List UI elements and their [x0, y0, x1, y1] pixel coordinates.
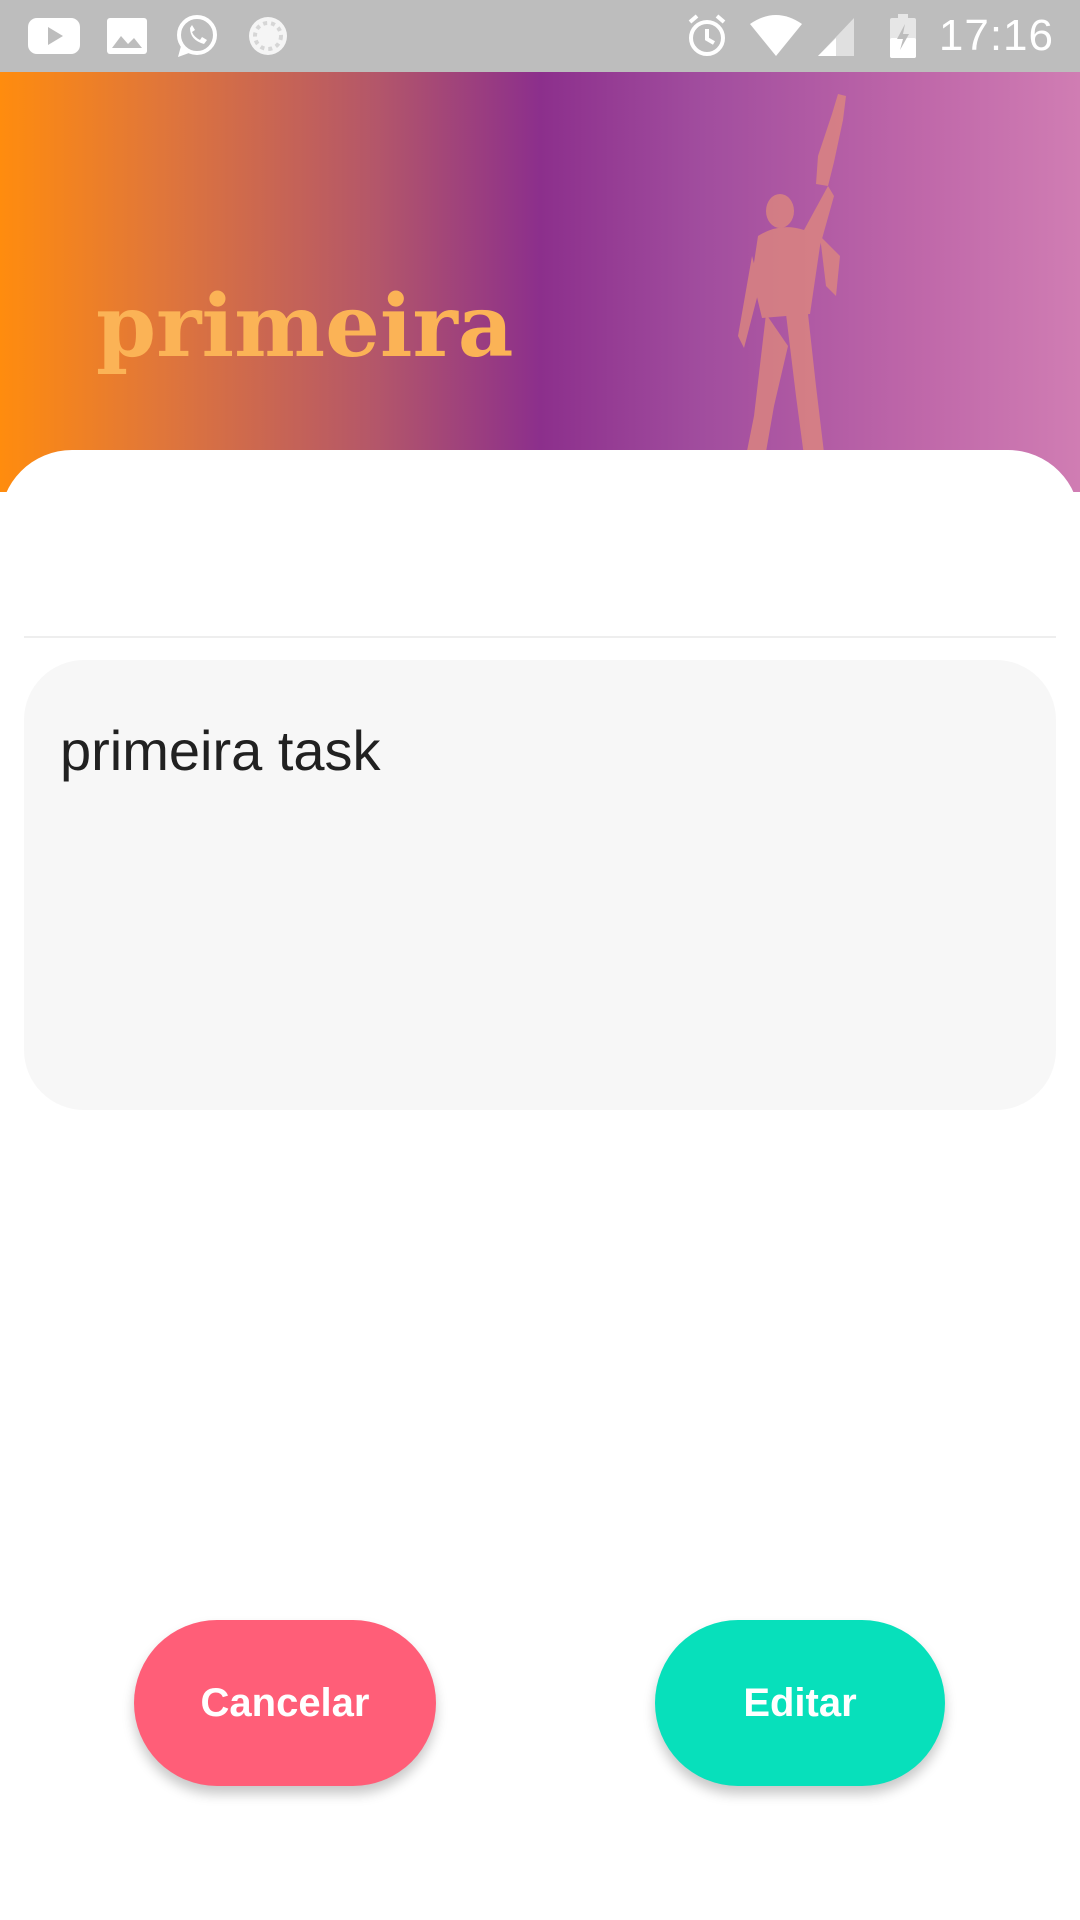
status-time: 17:16 — [938, 11, 1054, 60]
performer-silhouette-icon — [738, 94, 846, 486]
battery-charging-icon — [890, 14, 916, 58]
divider — [24, 636, 1056, 638]
cellular-signal-icon — [818, 18, 854, 56]
status-bar: 17:16 — [0, 0, 1080, 72]
sync-icon — [249, 17, 287, 55]
header-banner: primeira — [0, 72, 1080, 492]
wifi-icon — [750, 15, 802, 56]
task-text-value: primeira task — [60, 719, 381, 782]
youtube-icon — [28, 18, 80, 54]
page-title: primeira — [96, 276, 514, 377]
task-text-field[interactable]: primeira task — [24, 660, 1056, 1110]
alarm-icon — [688, 14, 726, 56]
edit-button[interactable]: Editar — [655, 1620, 945, 1786]
whatsapp-icon — [177, 15, 217, 57]
cancel-button[interactable]: Cancelar — [134, 1620, 436, 1786]
gallery-icon — [107, 18, 147, 54]
